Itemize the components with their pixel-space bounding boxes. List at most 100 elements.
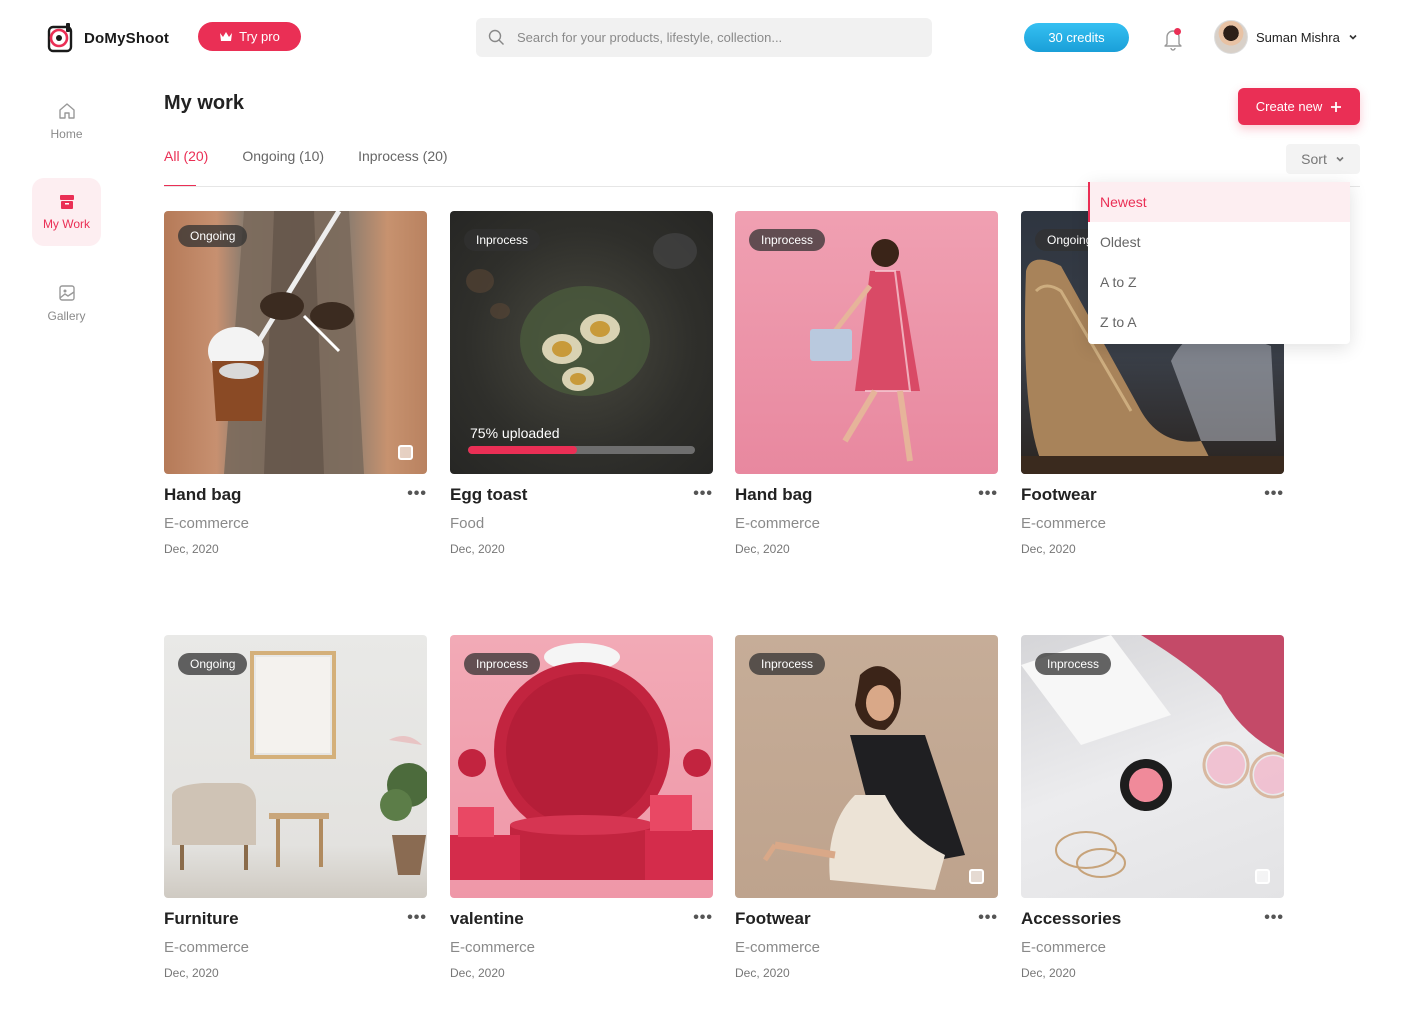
card-date: Dec, 2020 xyxy=(164,966,219,980)
tab-inprocess[interactable]: Inprocess (20) xyxy=(358,148,447,186)
more-options-icon[interactable]: ••• xyxy=(407,485,427,503)
sort-option-a-to-z[interactable]: A to Z xyxy=(1088,262,1350,302)
status-badge: Inprocess xyxy=(464,229,541,251)
logo-icon xyxy=(46,22,76,54)
sort-label: Sort xyxy=(1301,151,1327,167)
more-options-icon[interactable]: ••• xyxy=(1264,485,1284,503)
bell-icon xyxy=(1164,30,1182,51)
card-title: Hand bag xyxy=(164,485,242,504)
sidebar-item-label: Home xyxy=(50,127,83,141)
sort-dropdown-menu: Newest Oldest A to Z Z to A xyxy=(1088,182,1350,344)
sort-option-z-to-a[interactable]: Z to A xyxy=(1088,302,1350,342)
try-pro-button[interactable]: Try pro xyxy=(198,22,301,51)
project-thumbnail[interactable]: Inprocess xyxy=(1021,635,1284,898)
card-category: E-commerce xyxy=(735,939,821,956)
card-title: Footwear xyxy=(735,909,811,928)
card-date: Dec, 2020 xyxy=(1021,542,1076,556)
card-date: Dec, 2020 xyxy=(450,542,505,556)
project-thumbnail[interactable]: Inprocess xyxy=(735,635,998,898)
search-input[interactable] xyxy=(517,30,897,45)
chevron-down-icon xyxy=(1336,156,1344,162)
credits-button[interactable]: 30 credits xyxy=(1024,23,1129,52)
upload-progress-bar xyxy=(468,446,695,454)
project-thumbnail[interactable]: Inprocess 75% uploaded xyxy=(450,211,713,474)
plus-icon xyxy=(1331,101,1342,112)
more-options-icon[interactable]: ••• xyxy=(693,485,713,503)
create-new-button[interactable]: Create new xyxy=(1238,88,1360,125)
more-options-icon[interactable]: ••• xyxy=(978,485,998,503)
project-card[interactable]: Inprocess Accessories ••• E-commerce Dec… xyxy=(1021,635,1284,980)
status-badge: Inprocess xyxy=(1035,653,1112,675)
search-icon xyxy=(488,29,504,45)
card-title: Egg toast xyxy=(450,485,528,504)
status-badge: Ongoing xyxy=(178,653,248,675)
select-checkbox[interactable] xyxy=(969,869,984,884)
sort-option-newest[interactable]: Newest xyxy=(1088,182,1350,222)
project-card[interactable]: Inprocess 75% uploaded Egg toast ••• Foo… xyxy=(450,211,713,556)
card-date: Dec, 2020 xyxy=(450,966,505,980)
notification-bell[interactable] xyxy=(1160,26,1186,52)
card-date: Dec, 2020 xyxy=(735,542,790,556)
project-card[interactable]: Inprocess Footwear ••• E-commerce Dec, 2… xyxy=(735,635,998,980)
sidebar-item-gallery[interactable]: Gallery xyxy=(32,269,101,337)
tab-ongoing[interactable]: Ongoing (10) xyxy=(242,148,324,186)
card-title: valentine xyxy=(450,909,524,928)
project-card[interactable]: Inprocess Hand bag ••• E-commerce Dec, 2… xyxy=(735,211,998,556)
more-options-icon[interactable]: ••• xyxy=(978,909,998,927)
chevron-down-icon xyxy=(1349,34,1357,40)
card-category: E-commerce xyxy=(450,939,536,956)
card-category: E-commerce xyxy=(164,515,250,532)
user-name: Suman Mishra xyxy=(1256,29,1340,45)
sort-button[interactable]: Sort xyxy=(1286,144,1360,174)
project-card[interactable]: Inprocess valentine ••• E-commerce Dec, … xyxy=(450,635,713,980)
card-title: Footwear xyxy=(1021,485,1097,504)
card-category: E-commerce xyxy=(164,939,250,956)
card-category: E-commerce xyxy=(1021,939,1107,956)
status-badge: Inprocess xyxy=(464,653,541,675)
more-options-icon[interactable]: ••• xyxy=(693,909,713,927)
tab-all[interactable]: All (20) xyxy=(164,148,208,187)
search-bar[interactable] xyxy=(476,18,932,57)
home-icon xyxy=(58,103,75,119)
sidebar-item-label: My Work xyxy=(42,217,91,231)
sidebar-item-my-work[interactable]: My Work xyxy=(32,178,101,246)
image-icon xyxy=(58,285,75,301)
card-title: Hand bag xyxy=(735,485,813,504)
sidebar-item-home[interactable]: Home xyxy=(32,87,101,155)
brand-logo[interactable]: DoMyShoot xyxy=(46,22,169,54)
card-category: E-commerce xyxy=(735,515,821,532)
status-badge: Inprocess xyxy=(749,653,826,675)
notification-dot xyxy=(1174,28,1181,35)
try-pro-label: Try pro xyxy=(239,29,280,44)
project-thumbnail[interactable]: Inprocess xyxy=(450,635,713,898)
project-thumbnail[interactable]: Ongoing xyxy=(164,635,427,898)
box-icon xyxy=(59,195,74,209)
sidebar-item-label: Gallery xyxy=(47,309,86,323)
project-card[interactable]: Ongoing Hand bag ••• E-commerce Dec, 202… xyxy=(164,211,427,556)
select-checkbox[interactable] xyxy=(398,445,413,460)
user-menu[interactable]: Suman Mishra xyxy=(1214,20,1358,54)
card-category: E-commerce xyxy=(1021,515,1107,532)
upload-progress-fill xyxy=(468,446,577,454)
card-title: Furniture xyxy=(164,909,239,928)
page-title: My work xyxy=(164,92,245,114)
card-title: Accessories xyxy=(1021,909,1122,928)
more-options-icon[interactable]: ••• xyxy=(1264,909,1284,927)
project-thumbnail[interactable]: Ongoing xyxy=(164,211,427,474)
handbag-photo xyxy=(208,211,364,474)
top-header: DoMyShoot Try pro 30 credits Suman Mishr… xyxy=(0,0,1406,76)
project-thumbnail[interactable]: Inprocess xyxy=(735,211,998,474)
create-new-label: Create new xyxy=(1255,99,1323,114)
upload-status: 75% uploaded xyxy=(470,425,560,441)
card-category: Food xyxy=(450,515,485,532)
status-badge: Ongoing xyxy=(178,225,248,247)
crown-icon xyxy=(220,32,233,41)
card-date: Dec, 2020 xyxy=(735,966,790,980)
brand-name: DoMyShoot xyxy=(84,29,170,47)
project-card[interactable]: Ongoing Furniture ••• E-commerce Dec, 20… xyxy=(164,635,427,980)
more-options-icon[interactable]: ••• xyxy=(407,909,427,927)
select-checkbox[interactable] xyxy=(1255,869,1270,884)
sort-option-oldest[interactable]: Oldest xyxy=(1088,222,1350,262)
filter-tabs: All (20) Ongoing (10) Inprocess (20) xyxy=(164,148,448,187)
card-date: Dec, 2020 xyxy=(1021,966,1076,980)
